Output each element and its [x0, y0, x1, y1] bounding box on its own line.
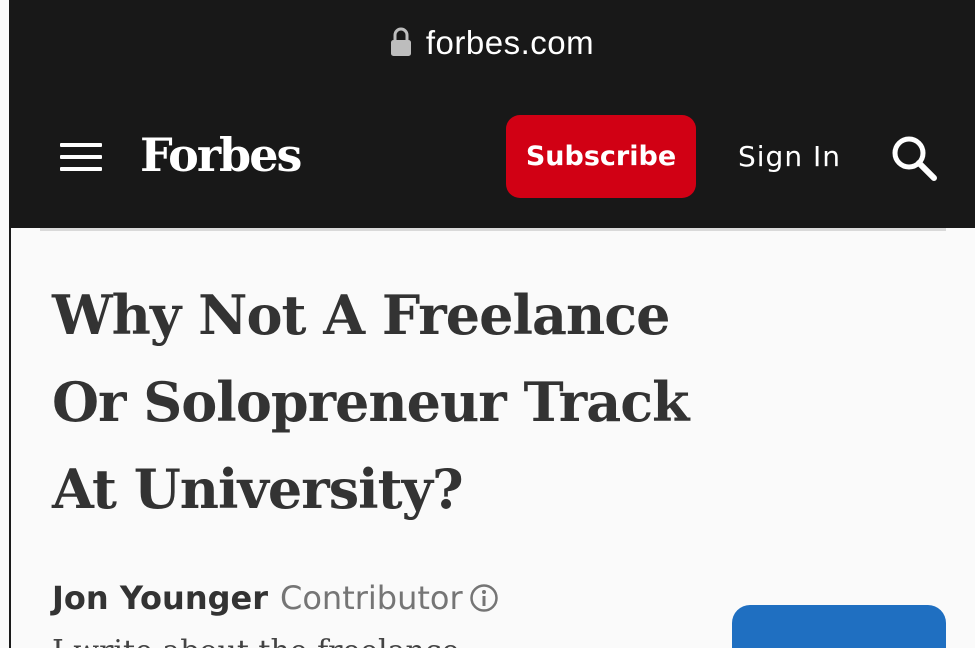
author-bio: I write about the freelance — [52, 632, 459, 648]
site-nav: Forbes Subscribe Sign In — [9, 115, 975, 199]
url-text: forbes.com — [425, 24, 595, 61]
article-title: Why Not A Freelance Or Solopreneur Track… — [52, 283, 690, 521]
forbes-logo[interactable]: Forbes — [140, 119, 302, 191]
left-border — [9, 228, 11, 648]
lock-icon — [390, 27, 411, 56]
author-role: Contributor — [279, 579, 463, 617]
top-bar: forbes.com Forbes Subscribe Sign In — [9, 0, 975, 228]
sign-in-link[interactable]: Sign In — [738, 137, 841, 177]
byline: Jon Younger Contributor — [52, 576, 499, 620]
hamburger-menu-icon[interactable] — [60, 141, 102, 173]
info-icon[interactable] — [469, 583, 499, 613]
page: forbes.com Forbes Subscribe Sign In Why … — [0, 0, 975, 648]
search-icon[interactable] — [889, 133, 939, 183]
follow-button[interactable] — [732, 605, 946, 648]
author-name[interactable]: Jon Younger — [52, 576, 268, 620]
address-bar[interactable]: forbes.com — [9, 18, 975, 68]
subscribe-button[interactable]: Subscribe — [506, 115, 696, 198]
header-divider — [40, 228, 946, 231]
